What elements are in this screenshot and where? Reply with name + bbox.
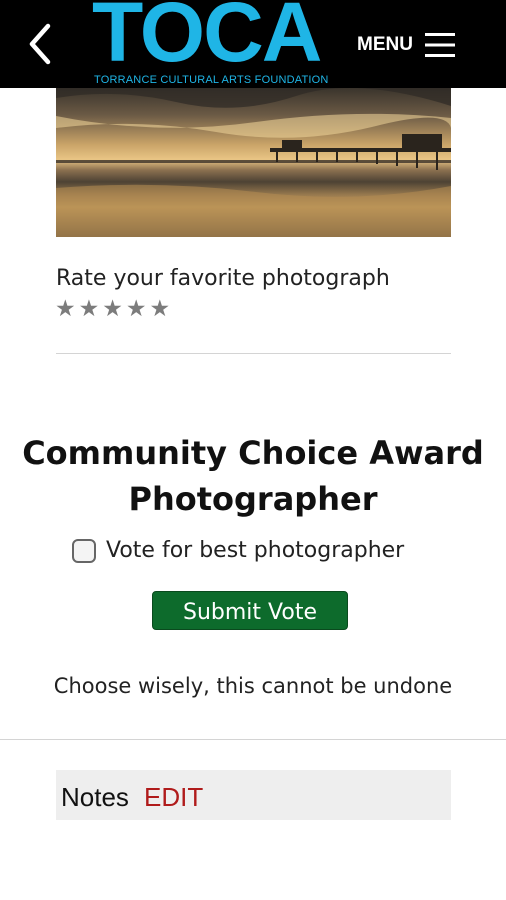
award-title-line1: Community Choice Award: [22, 434, 484, 472]
star-icon[interactable]: ★: [79, 296, 100, 322]
app-header: TOCA TORRANCE CULTURAL ARTS FOUNDATION M…: [0, 0, 506, 88]
notes-section: Notes EDIT: [56, 770, 451, 820]
hamburger-icon: [424, 33, 455, 57]
notes-label: Notes: [61, 782, 129, 812]
award-title: Community Choice Award Photographer: [0, 430, 506, 522]
menu-button[interactable]: MENU: [357, 30, 455, 60]
vote-checkbox-row[interactable]: Vote for best photographer: [72, 538, 404, 563]
star-icon[interactable]: ★: [150, 296, 171, 322]
rate-label: Rate your favorite photograph: [56, 266, 390, 291]
toca-logo[interactable]: TOCA TORRANCE CULTURAL ARTS FOUNDATION: [92, 0, 354, 88]
logo-text: TOCA: [92, 0, 322, 79]
vote-label: Vote for best photographer: [106, 538, 405, 563]
menu-label: MENU: [357, 34, 413, 55]
submit-vote-button[interactable]: Submit Vote: [152, 591, 348, 630]
star-icon[interactable]: ★: [126, 296, 147, 322]
divider: [56, 353, 451, 354]
back-button[interactable]: [24, 22, 58, 66]
notes-edit-link[interactable]: EDIT: [144, 782, 203, 813]
star-icon[interactable]: ★: [55, 296, 76, 322]
pier-sunset-photo: [56, 88, 451, 237]
star-icon[interactable]: ★: [102, 296, 123, 322]
warning-text: Choose wisely, this cannot be undone: [53, 674, 453, 698]
star-rating[interactable]: ★ ★ ★ ★ ★: [55, 296, 170, 322]
award-title-line2: Photographer: [128, 480, 378, 518]
chevron-left-icon: [29, 23, 51, 65]
logo-subtitle: TORRANCE CULTURAL ARTS FOUNDATION: [94, 74, 329, 86]
vote-checkbox[interactable]: [72, 538, 96, 563]
divider: [0, 739, 506, 740]
